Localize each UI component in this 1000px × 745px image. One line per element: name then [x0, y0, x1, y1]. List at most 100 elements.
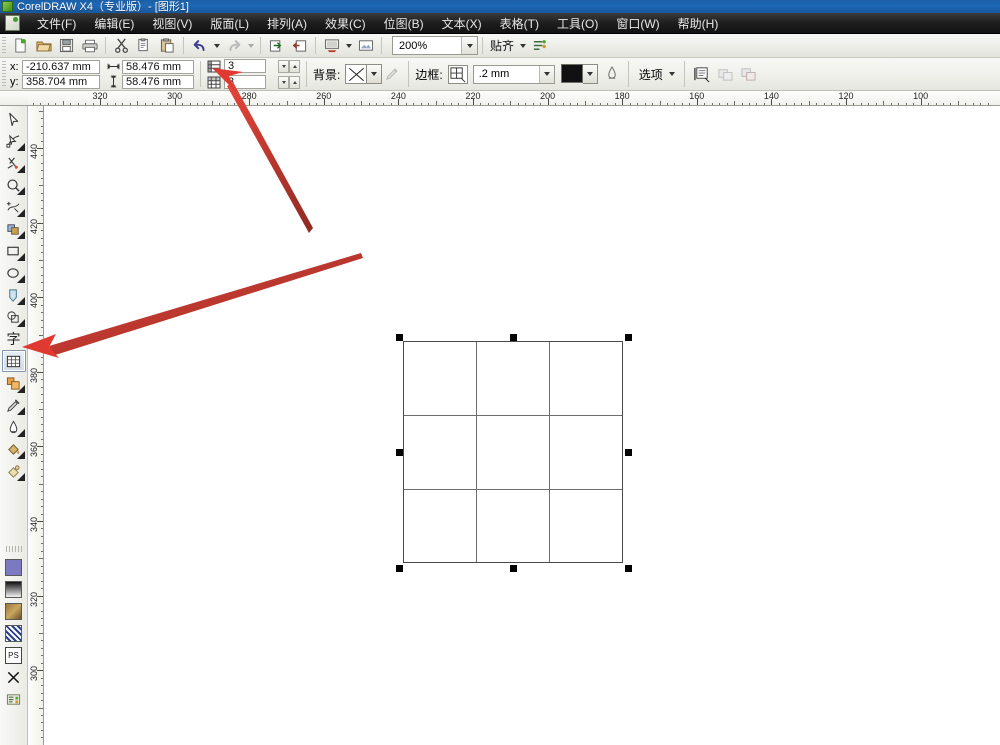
border-color-group[interactable]: [560, 64, 598, 84]
rectangle-tool-flyout-icon[interactable]: [16, 253, 25, 261]
eyedropper-tool[interactable]: [2, 394, 26, 416]
shape-tool[interactable]: [2, 130, 26, 152]
fill-tool[interactable]: [2, 438, 26, 460]
outline-pen-icon[interactable]: [602, 64, 622, 84]
vertical-ruler[interactable]: 440 420 400 380 360 340 320 300: [28, 106, 44, 745]
menu-help[interactable]: 帮助(H): [669, 13, 728, 34]
border-color-dropdown-icon[interactable]: [582, 64, 598, 84]
launcher-dropdown-icon[interactable]: [343, 36, 354, 56]
zoom-level-combo[interactable]: 200%: [392, 36, 478, 55]
background-fill-swatch[interactable]: [345, 64, 368, 84]
snap-dropdown-icon[interactable]: [517, 36, 528, 56]
paste-button[interactable]: [157, 36, 178, 56]
menu-view[interactable]: 视图(V): [143, 13, 201, 34]
table-rows-spinner[interactable]: [278, 59, 300, 73]
rectangle-tool[interactable]: [2, 240, 26, 262]
selection-handle-nw[interactable]: [396, 334, 403, 341]
cols-spin-up[interactable]: [289, 75, 300, 89]
menu-window[interactable]: 窗口(W): [607, 13, 668, 34]
menu-layout[interactable]: 版面(L): [201, 13, 258, 34]
selection-handle-ne[interactable]: [625, 334, 632, 341]
smart-fill-tool-flyout-icon[interactable]: [16, 231, 25, 239]
eyedropper-tool-flyout-icon[interactable]: [16, 407, 25, 415]
horizontal-ruler[interactable]: 320 300 280 260 240 220 200 180 160 140 120 100: [28, 91, 1000, 106]
table-columns-spinner[interactable]: [278, 75, 300, 89]
ellipse-tool[interactable]: [2, 262, 26, 284]
fountain-fill-swatch[interactable]: [2, 578, 26, 600]
new-document-button[interactable]: [10, 36, 31, 56]
menu-bitmaps[interactable]: 位图(B): [375, 13, 433, 34]
print-button[interactable]: [79, 36, 100, 56]
toolbar-grip[interactable]: [2, 36, 6, 55]
application-launcher-button[interactable]: [321, 36, 342, 56]
redo-button[interactable]: [223, 36, 244, 56]
selection-handle-n[interactable]: [510, 334, 517, 341]
table-tool[interactable]: [1, 350, 26, 372]
background-fill-dropdown-icon[interactable]: [367, 64, 383, 84]
selection-handle-e[interactable]: [625, 449, 632, 456]
crop-tool[interactable]: [2, 152, 26, 174]
table-options-button[interactable]: 选项: [635, 64, 667, 85]
cut-button[interactable]: [111, 36, 132, 56]
corel-online-button[interactable]: [355, 36, 376, 56]
interactive-fill-tool[interactable]: [2, 460, 26, 482]
table-rows-input[interactable]: 3: [224, 59, 266, 73]
shape-tool-flyout-icon[interactable]: [16, 143, 25, 151]
object-width-input[interactable]: 58.476 mm: [122, 59, 194, 74]
blend-tool-flyout-icon[interactable]: [16, 385, 25, 393]
border-color-swatch[interactable]: [560, 64, 583, 83]
fill-eyedropper-icon[interactable]: [382, 64, 402, 84]
undo-button[interactable]: [189, 36, 210, 56]
outline-tool-flyout-icon[interactable]: [16, 429, 25, 437]
border-width-combo[interactable]: .2 mm: [472, 64, 555, 84]
no-fill-swatch[interactable]: [2, 666, 26, 688]
drawing-canvas[interactable]: [45, 107, 1000, 745]
open-document-button[interactable]: [33, 36, 54, 56]
save-button[interactable]: [56, 36, 77, 56]
cols-spin-down[interactable]: [278, 75, 289, 89]
postscript-fill-swatch[interactable]: PS: [2, 644, 26, 666]
texture-fill-swatch[interactable]: [2, 622, 26, 644]
ellipse-tool-flyout-icon[interactable]: [16, 275, 25, 283]
fill-tool-flyout-icon[interactable]: [16, 451, 25, 459]
uniform-fill-swatch[interactable]: [2, 556, 26, 578]
freehand-tool[interactable]: [2, 196, 26, 218]
pattern-fill-swatch[interactable]: [2, 600, 26, 622]
selection-handle-sw[interactable]: [396, 565, 403, 572]
rows-spin-down[interactable]: [278, 59, 289, 73]
crop-tool-flyout-icon[interactable]: [16, 165, 25, 173]
undo-dropdown-icon[interactable]: [211, 36, 222, 56]
x-position-input[interactable]: -210.637 mm: [22, 59, 100, 74]
interactive-fill-tool-flyout-icon[interactable]: [16, 473, 25, 481]
text-tool[interactable]: 字: [2, 328, 26, 350]
import-button[interactable]: [266, 36, 287, 56]
pick-tool[interactable]: [2, 108, 26, 130]
menu-tools[interactable]: 工具(O): [548, 13, 607, 34]
selection-handle-se[interactable]: [625, 565, 632, 572]
copy-button[interactable]: [134, 36, 155, 56]
border-select-icon[interactable]: [447, 64, 468, 84]
basic-shapes-tool[interactable]: [2, 306, 26, 328]
selection-handle-w[interactable]: [396, 449, 403, 456]
table-object[interactable]: [403, 341, 623, 563]
menu-text[interactable]: 文本(X): [433, 13, 491, 34]
polygon-tool[interactable]: [2, 284, 26, 306]
export-button[interactable]: [289, 36, 310, 56]
text-wrap-icon[interactable]: [692, 64, 713, 84]
selection-handle-s[interactable]: [510, 565, 517, 572]
border-width-dropdown-icon[interactable]: [538, 65, 554, 83]
rows-spin-up[interactable]: [289, 59, 300, 73]
menu-edit[interactable]: 编辑(E): [85, 13, 143, 34]
object-height-input[interactable]: 58.476 mm: [122, 74, 194, 89]
palette-grip[interactable]: [5, 546, 22, 552]
color-docker-swatch[interactable]: [2, 688, 26, 710]
menu-table[interactable]: 表格(T): [491, 13, 548, 34]
polygon-tool-flyout-icon[interactable]: [16, 297, 25, 305]
smart-fill-tool[interactable]: [2, 218, 26, 240]
zoom-tool-flyout-icon[interactable]: [16, 187, 25, 195]
convert-to-curves-icon[interactable]: [715, 64, 736, 84]
redo-dropdown-icon[interactable]: [245, 36, 256, 56]
snap-options-icon[interactable]: [529, 36, 550, 56]
table-columns-input[interactable]: 3: [224, 75, 266, 89]
property-bar-grip[interactable]: [2, 61, 6, 87]
